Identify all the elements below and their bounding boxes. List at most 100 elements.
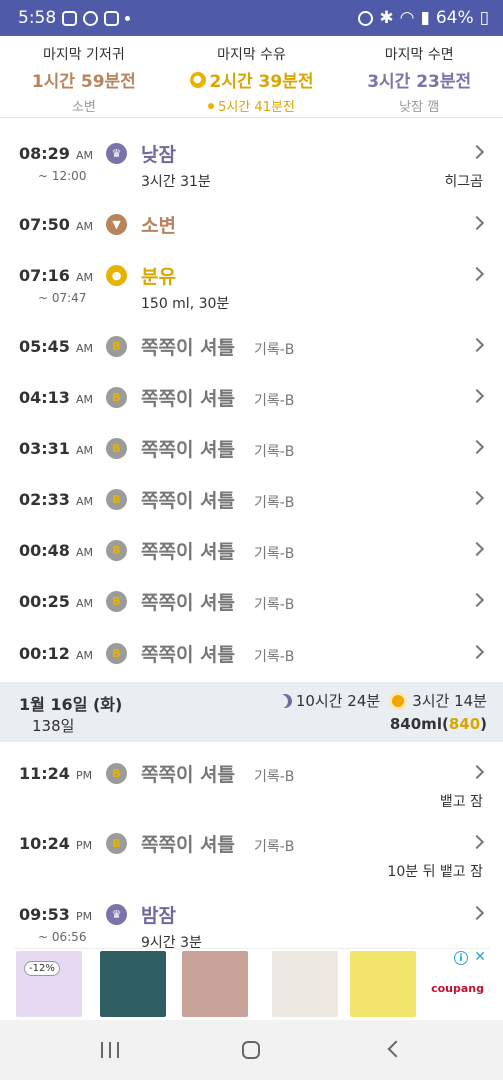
b-icon: B <box>106 336 127 357</box>
event-time: 05:45 AM <box>19 337 93 356</box>
event-end-time: ~ 07:47 <box>38 291 87 305</box>
night-sleep-total: 10시간 24분 <box>295 692 381 710</box>
event-detail: 150 ml, 30분 <box>141 296 230 312</box>
chevron-right-icon <box>469 541 485 557</box>
summary-diaper-label: 마지막 기저귀 <box>42 47 125 63</box>
event-title: 쪽쪽이 셔틀 <box>141 388 236 410</box>
chevron-right-icon <box>469 337 485 353</box>
event-time: 07:50 AM <box>19 215 93 234</box>
summary-sleep[interactable]: 마지막 수면 3시간 23분전 낮잠 깸 <box>335 36 503 117</box>
event-title: 쪽쪽이 셔틀 <box>141 644 236 666</box>
event-tag: 기록-B <box>254 649 295 665</box>
event-row[interactable]: 08:29 AM ~ 12:00 ♛ 낮잠 3시간 31분 히그곰 <box>0 126 503 190</box>
bottle-icon: ● <box>189 71 206 88</box>
ad-product-thumb[interactable]: -12% <box>16 951 82 1017</box>
summary-feed[interactable]: 마지막 수유 ● 2시간 39분전 5시간 41분전 <box>168 36 336 117</box>
ad-brand: coupang <box>431 982 484 995</box>
event-time: 00:25 AM <box>19 592 93 611</box>
signal-icon: ▮ <box>420 8 430 28</box>
ad-banner[interactable]: -12% i ✕ coupang <box>14 948 490 1020</box>
event-tag: 기록-B <box>254 393 295 409</box>
close-icon[interactable]: ✕ <box>474 949 486 965</box>
event-row[interactable]: 00:25 AM B 쪽쪽이 셔틀 기록-B <box>0 574 503 624</box>
ml-highlight: 840 <box>448 715 481 733</box>
ad-product-thumb[interactable] <box>272 951 338 1017</box>
event-row[interactable]: 10:24 PM B 쪽쪽이 셔틀 기록-B 10분 뒤 뱉고 잠 <box>0 816 503 880</box>
event-row[interactable]: 07:50 AM ▼ 소변 <box>0 197 503 247</box>
b-icon: B <box>106 387 127 408</box>
summary-sleep-label: 마지막 수면 <box>384 47 454 63</box>
chevron-right-icon <box>469 490 485 506</box>
summary-feed-sub: 5시간 41분전 <box>218 100 295 115</box>
event-time: 03:31 AM <box>19 439 93 458</box>
event-title: 쪽쪽이 셔틀 <box>141 490 236 512</box>
day-date: 1월 16일 (화) <box>19 695 123 714</box>
day-age: 138일 <box>32 717 75 735</box>
summary-diaper[interactable]: 마지막 기저귀 1시간 59분전 소변 <box>0 36 168 117</box>
event-tag: 기록-B <box>254 495 295 511</box>
chevron-right-icon <box>469 644 485 660</box>
summary-feed-label: 마지막 수유 <box>217 47 286 63</box>
nap-icon: ♛ <box>106 143 127 164</box>
bottle-icon: ● <box>106 265 127 286</box>
event-title: 쪽쪽이 셔틀 <box>141 592 236 614</box>
event-tag: 기록-B <box>254 839 295 855</box>
event-time: 10:24 PM <box>19 834 93 853</box>
chevron-right-icon <box>469 834 485 850</box>
info-icon[interactable]: i <box>454 951 468 965</box>
event-time: 00:12 AM <box>19 644 93 663</box>
status-bar: 5:58 ✱ ◠ ▮ 64% ▯ <box>0 0 503 36</box>
event-end-time: ~ 12:00 <box>38 169 87 183</box>
event-tag: 기록-B <box>254 546 295 562</box>
event-tag: 기록-B <box>254 342 295 358</box>
summary-feed-value: 2시간 39분전 <box>209 72 314 92</box>
event-time: 09:53 PM <box>19 905 93 924</box>
ad-product-thumb[interactable] <box>100 951 166 1017</box>
event-row[interactable]: 09:53 PM ~ 06:56 ♛ 밤잠 9시간 3분 <box>0 887 503 951</box>
back-icon[interactable] <box>387 1040 405 1058</box>
b-icon: B <box>106 833 127 854</box>
b-icon: B <box>106 438 127 459</box>
event-time: 07:16 AM <box>19 266 93 285</box>
b-icon: B <box>106 591 127 612</box>
event-note: 히그곰 <box>444 174 483 190</box>
alarm-icon <box>83 10 99 26</box>
status-time: 5:58 <box>18 8 57 28</box>
event-time: 02:33 AM <box>19 490 93 509</box>
chevron-right-icon <box>469 764 485 780</box>
chevron-right-icon <box>469 388 485 404</box>
event-time: 08:29 AM <box>19 144 93 163</box>
ad-product-thumb[interactable] <box>350 951 416 1017</box>
recent-apps-icon[interactable] <box>101 1042 119 1058</box>
event-row[interactable]: 07:16 AM ~ 07:47 ● 분유 150 ml, 30분 <box>0 248 503 312</box>
event-title: 소변 <box>141 215 176 237</box>
ad-discount-badge: -12% <box>24 961 60 976</box>
alarm-icon <box>358 10 374 26</box>
event-title: 쪽쪽이 셔틀 <box>141 337 236 359</box>
chevron-right-icon <box>469 144 485 160</box>
event-detail: 3시간 31분 <box>141 174 211 190</box>
sun-icon <box>392 694 405 707</box>
event-row[interactable]: 04:13 AM B 쪽쪽이 셔틀 기록-B <box>0 370 503 420</box>
event-title: 쪽쪽이 셔틀 <box>141 439 236 461</box>
event-tag: 기록-B <box>254 597 295 613</box>
day-header[interactable]: 1월 16일 (화) 138일 10시간 24분 3시간 14분 840ml(8… <box>0 682 503 742</box>
event-tag: 기록-B <box>254 769 295 785</box>
event-note: 10분 뒤 뱉고 잠 <box>387 864 483 880</box>
event-row[interactable]: 02:33 AM B 쪽쪽이 셔틀 기록-B <box>0 472 503 522</box>
pee-icon: ▼ <box>106 214 127 235</box>
summary-bar: 마지막 기저귀 1시간 59분전 소변 마지막 수유 ● 2시간 39분전 5시… <box>0 36 503 118</box>
event-title: 쪽쪽이 셔틀 <box>141 764 236 786</box>
event-title: 분유 <box>141 266 176 288</box>
event-row[interactable]: 03:31 AM B 쪽쪽이 셔틀 기록-B <box>0 421 503 471</box>
summary-diaper-value: 1시간 59분전 <box>31 72 136 92</box>
event-row[interactable]: 05:45 AM B 쪽쪽이 셔틀 기록-B <box>0 319 503 369</box>
event-row[interactable]: 00:48 AM B 쪽쪽이 셔틀 기록-B <box>0 523 503 573</box>
event-end-time: ~ 06:56 <box>38 930 87 944</box>
summary-sleep-value: 3시간 23분전 <box>367 72 472 92</box>
ad-product-thumb[interactable] <box>182 951 248 1017</box>
event-row[interactable]: 00:12 AM B 쪽쪽이 셔틀 기록-B <box>0 626 503 676</box>
event-row[interactable]: 11:24 PM B 쪽쪽이 셔틀 기록-B 뱉고 잠 <box>0 746 503 810</box>
home-icon[interactable] <box>242 1041 260 1059</box>
nap-icon: ♛ <box>106 904 127 925</box>
